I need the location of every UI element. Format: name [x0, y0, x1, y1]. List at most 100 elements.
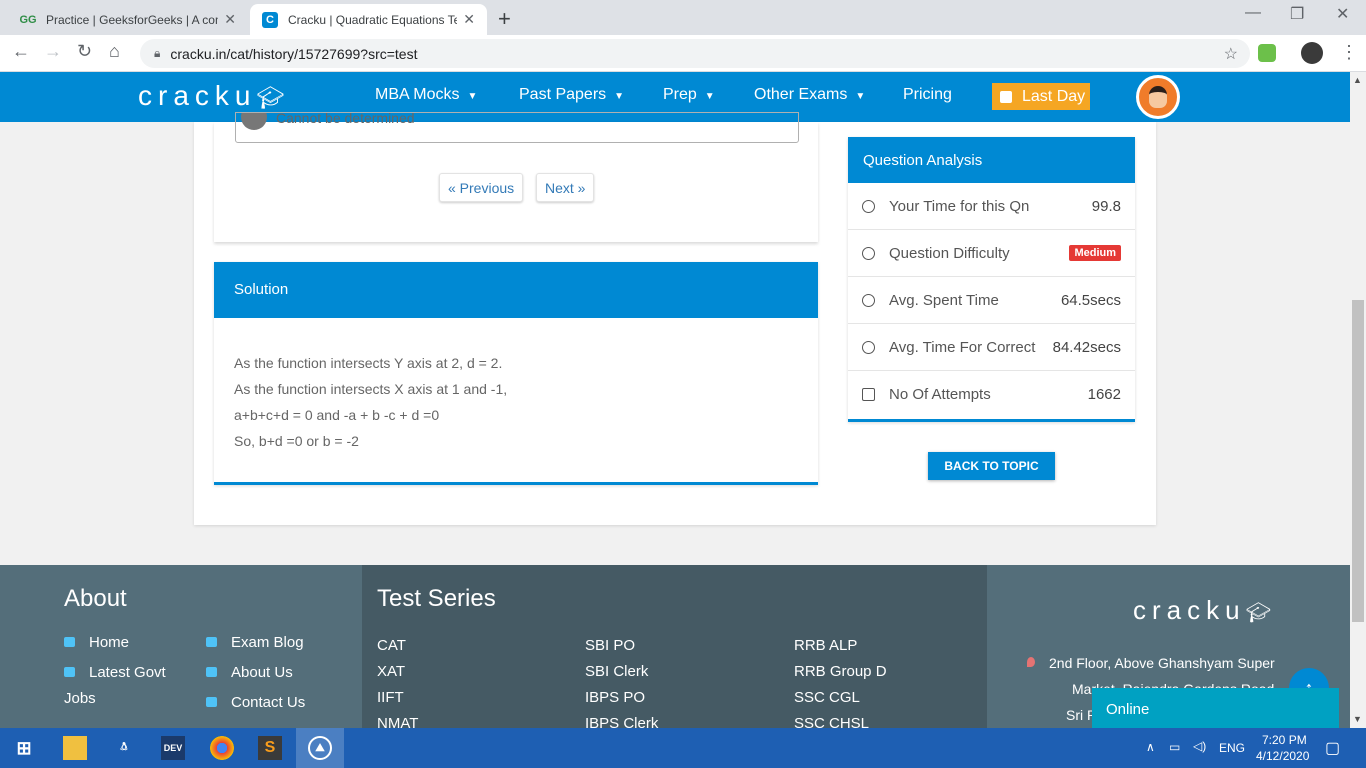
solution-line: As the function intersects X axis at 1 a… [234, 381, 508, 397]
tab-close-icon[interactable]: ✕ [224, 11, 236, 28]
tray-chevron-icon[interactable]: ∧ [1146, 740, 1155, 754]
mail-icon [206, 697, 217, 707]
test-link-sbi-po[interactable]: SBI PO [585, 637, 635, 654]
test-link-cat[interactable]: CAT [377, 637, 406, 654]
analysis-label: Avg. Spent Time [889, 291, 999, 309]
footer-link-home[interactable]: Home [64, 634, 129, 651]
test-link-ssc-cgl[interactable]: SSC CGL [794, 689, 860, 706]
dev-cpp-icon[interactable]: DEV [161, 736, 185, 760]
forward-arrow-icon[interactable]: → [44, 41, 62, 62]
next-button[interactable]: Next » [536, 173, 595, 202]
test-link-rrb-group-d[interactable]: RRB Group D [794, 663, 887, 680]
window-close-icon[interactable]: ✕ [1336, 4, 1349, 24]
browser-menu-icon[interactable]: ⋮ [1340, 42, 1358, 63]
clock-date[interactable]: 4/12/2020 [1256, 749, 1309, 763]
nav-label: Past Papers [519, 86, 607, 103]
test-link-rrb-alp[interactable]: RRB ALP [794, 637, 857, 654]
file-explorer-icon[interactable] [63, 736, 87, 760]
alarm-icon [862, 340, 875, 354]
tab-cracku[interactable]: C Cracku | Quadratic Equations Tes ✕ [250, 4, 487, 35]
footer-test-series-title: Test Series [377, 585, 496, 612]
profile-avatar[interactable] [1301, 42, 1323, 64]
solution-line: So, b+d =0 or b = -2 [234, 433, 359, 449]
test-link-ssc-chsl[interactable]: SSC CHSL [794, 715, 869, 728]
url-input[interactable]: 🔒︎ cracku.in/cat/history/15727699?src=te… [140, 39, 1250, 68]
calendar-icon [1000, 90, 1012, 103]
nav-label: Other Exams [754, 86, 848, 103]
footer-link-about-us[interactable]: About Us [206, 664, 293, 681]
minimize-icon[interactable]: — [1245, 4, 1261, 22]
restore-icon[interactable]: ❐ [1290, 4, 1304, 24]
language-indicator[interactable]: ENG [1219, 741, 1245, 755]
extension-icon[interactable] [1258, 44, 1276, 62]
test-link-sbi-clerk[interactable]: SBI Clerk [585, 663, 648, 680]
online-chat-widget[interactable]: Online [1092, 688, 1339, 728]
tab-title: Practice | GeeksforGeeks | A comp [46, 12, 219, 27]
scroll-up-icon[interactable]: ▲ [1353, 75, 1362, 85]
bookmark-star-icon[interactable]: ☆ [1224, 44, 1238, 64]
test-link-nmat[interactable]: NMAT [377, 715, 418, 728]
windows-start-icon[interactable]: ⊞ [12, 736, 36, 760]
footer-link-jobs[interactable]: Jobs [64, 690, 96, 707]
chrome-icon[interactable] [210, 736, 234, 760]
test-link-ibps-clerk[interactable]: IBPS Clerk [585, 715, 658, 728]
penguin-app-icon[interactable]: 🐧︎ [112, 736, 136, 760]
photos-app-icon[interactable]: ⛰︎ [308, 736, 332, 760]
notifications-icon[interactable]: ▢ [1325, 738, 1340, 758]
last-day-button[interactable]: Last Day [992, 83, 1090, 110]
analysis-row-attempts: No Of Attempts 1662 [848, 371, 1135, 418]
clock-time[interactable]: 7:20 PM [1262, 733, 1307, 747]
reload-icon[interactable]: ↻ [77, 41, 92, 62]
test-link-ibps-po[interactable]: IBPS PO [585, 689, 645, 706]
question-card: Cannot be determined « Previous Next » [214, 112, 818, 242]
test-link-iift[interactable]: IIFT [377, 689, 404, 706]
graduation-cap-icon: 🎓︎ [1245, 602, 1277, 624]
link-label: About Us [231, 664, 293, 681]
footer-link-contact-us[interactable]: Contact Us [206, 694, 305, 711]
briefcase-icon [64, 667, 75, 677]
chevron-down-icon: ▼ [855, 91, 866, 102]
scroll-down-icon[interactable]: ▼ [1353, 714, 1362, 724]
option-text: Cannot be determined [276, 112, 415, 126]
tab-close-icon[interactable]: ✕ [463, 11, 475, 28]
sublime-text-icon[interactable]: S [258, 736, 282, 760]
analysis-title: Question Analysis [848, 137, 1135, 183]
battery-icon[interactable]: ▭ [1169, 740, 1180, 754]
analysis-value: 99.8 [1091, 197, 1121, 215]
new-tab-icon[interactable]: + [498, 6, 511, 32]
option-number-icon [241, 113, 267, 130]
previous-button[interactable]: « Previous [439, 173, 524, 202]
tab-geeksforgeeks[interactable]: GG Practice | GeeksforGeeks | A comp ✕ [8, 4, 248, 35]
clock-icon [862, 293, 875, 307]
nav-mba-mocks[interactable]: MBA Mocks ▼ [375, 86, 477, 104]
lock-icon: 🔒︎ [154, 46, 161, 60]
footer-link-exam-blog[interactable]: Exam Blog [206, 634, 304, 651]
chevron-down-icon: ▼ [467, 91, 478, 102]
nav-prep[interactable]: Prep ▼ [663, 86, 715, 104]
scrollbar-thumb[interactable] [1352, 300, 1364, 622]
back-arrow-icon[interactable]: ← [12, 41, 30, 62]
link-label: Exam Blog [231, 634, 304, 651]
solution-line: a+b+c+d = 0 and -a + b -c + d =0 [234, 407, 440, 423]
volume-icon[interactable]: ◁) [1193, 739, 1206, 753]
user-avatar[interactable] [1136, 75, 1180, 119]
nav-past-papers[interactable]: Past Papers ▼ [519, 86, 624, 104]
pencil-icon [206, 637, 217, 647]
home-icon[interactable]: ⌂ [109, 41, 120, 62]
solution-title: Solution [214, 262, 818, 318]
back-to-topic-button[interactable]: BACK TO TOPIC [928, 452, 1055, 480]
answer-option[interactable]: Cannot be determined [235, 112, 799, 143]
footer-link-latest-govt[interactable]: Latest Govt [64, 664, 166, 681]
gfg-favicon-icon: GG [19, 13, 37, 26]
nav-label: Pricing [903, 86, 952, 103]
edit-icon [862, 388, 875, 401]
nav-other-exams[interactable]: Other Exams ▼ [754, 86, 865, 104]
nav-pricing[interactable]: Pricing [903, 86, 952, 104]
page-scrollbar[interactable]: ▲ ▼ [1350, 72, 1366, 728]
chevron-down-icon: ▼ [614, 91, 625, 102]
footer-about-title: About [64, 585, 127, 612]
analysis-value: 64.5secs [1060, 291, 1121, 309]
test-link-xat[interactable]: XAT [377, 663, 405, 680]
analysis-row-avg-spent: Avg. Spent Time 64.5secs [848, 277, 1135, 324]
cracku-logo[interactable]: cracku🎓︎ [138, 80, 290, 112]
